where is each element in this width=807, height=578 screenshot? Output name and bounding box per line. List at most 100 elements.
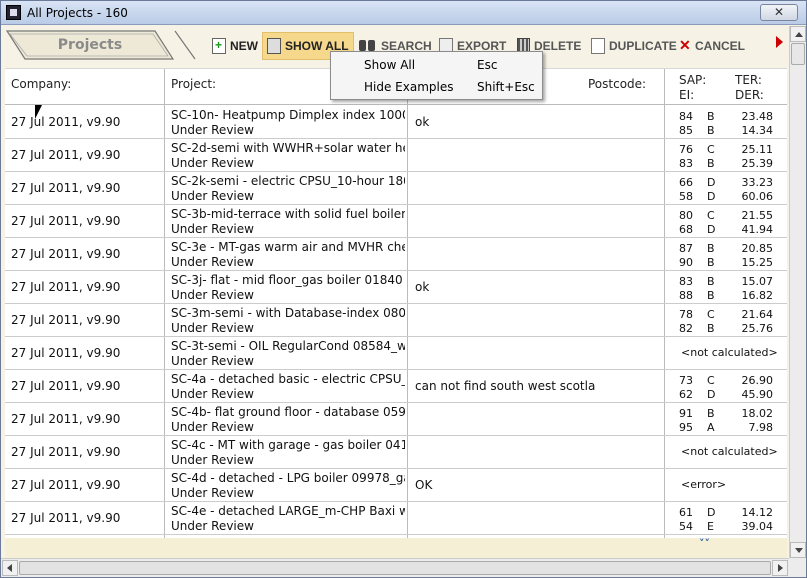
sap-band: C — [707, 308, 715, 321]
ei-value: 68 — [679, 223, 693, 236]
ei-value: 88 — [679, 289, 693, 302]
project-name-cell: SC-3j- flat - mid floor_gas boiler 01840… — [171, 273, 405, 287]
project-name-cell: SC-4a - detached basic - electric CPSU_b… — [171, 372, 405, 386]
menu-item-hide-examples[interactable]: Hide Examples Shift+Esc — [333, 76, 540, 97]
ter-value: 25.11 — [741, 143, 774, 156]
table-row[interactable]: 27 Jul 2011, v9.90 SC-4c - MT with garage… — [5, 436, 787, 469]
sap-ter-cell: 80 C 21.55 — [679, 209, 784, 222]
scroll-right-icon[interactable] — [772, 560, 788, 576]
sap-band: D — [707, 506, 716, 519]
company-cell: 27 Jul 2011, v9.90 — [11, 445, 121, 459]
sap-value: 87 — [679, 242, 693, 255]
table-row[interactable]: 27 Jul 2011, v9.90 SC-4b- flat ground flo… — [5, 403, 787, 436]
ei-band: D — [707, 190, 716, 203]
menu-item-show-all[interactable]: Show All Esc — [333, 54, 540, 75]
sap-band: C — [707, 143, 715, 156]
ei-band: E — [707, 520, 714, 533]
column-postcode[interactable]: Postcode: — [588, 77, 646, 91]
window-close-button[interactable]: ✕ — [760, 4, 798, 21]
company-cell: 27 Jul 2011, v9.90 — [11, 280, 121, 294]
ei-band: B — [707, 157, 715, 170]
rating-status-cell: <error> — [681, 478, 727, 491]
sap-value: 83 — [679, 275, 693, 288]
table-row[interactable]: 27 Jul 2011, v9.90 SC-4a - detached basic… — [5, 370, 787, 403]
column-sap[interactable]: SAP: — [679, 73, 706, 87]
sap-ter-cell: 66 D 33.23 — [679, 176, 784, 189]
ter-value: 21.64 — [741, 308, 774, 321]
column-ter[interactable]: TER: — [735, 73, 762, 87]
ei-value: 95 — [679, 421, 693, 434]
table-row[interactable]: 27 Jul 2011, v9.90 SC-3m-semi - with Data… — [5, 304, 787, 337]
duplicate-button[interactable]: DUPLICATE — [587, 32, 681, 60]
sap-band: B — [707, 110, 715, 123]
company-cell: 27 Jul 2011, v9.90 — [11, 346, 121, 360]
sap-value: 84 — [679, 110, 693, 123]
column-der[interactable]: DER: — [735, 88, 764, 102]
expand-chevron-icon[interactable]: ˅˅ — [699, 538, 710, 549]
ei-value: 54 — [679, 520, 693, 533]
cancel-button-label: CANCEL — [695, 39, 745, 53]
table-row[interactable]: 27 Jul 2011, v9.90 SC-3e - MT-gas warm ai… — [5, 238, 787, 271]
scrollbar-corner — [789, 558, 806, 577]
scroll-up-icon[interactable] — [790, 26, 806, 42]
ei-der-cell: 68 D 41.94 — [679, 223, 784, 236]
company-cell: 27 Jul 2011, v9.90 — [11, 511, 121, 525]
project-status-cell: Under Review — [171, 387, 254, 401]
projects-tab[interactable]: Projects — [5, 29, 175, 61]
der-value: 39.04 — [741, 520, 774, 533]
ter-value: 33.23 — [741, 176, 774, 189]
ei-der-cell: 62 D 45.90 — [679, 388, 784, 401]
ei-der-cell: 90 B 15.25 — [679, 256, 784, 269]
cancel-button[interactable]: ✕ CANCEL — [675, 32, 749, 60]
company-cell: 27 Jul 2011, v9.90 — [11, 181, 121, 195]
company-cell: 27 Jul 2011, v9.90 — [11, 214, 121, 228]
mouse-cursor-icon — [35, 105, 42, 119]
toolbar-scroll-right-icon[interactable] — [776, 36, 783, 48]
ei-band: B — [707, 256, 715, 269]
table-row[interactable]: 27 Jul 2011, v9.90 SC-3b-mid-terrace with… — [5, 205, 787, 238]
company-cell: 27 Jul 2011, v9.90 — [11, 379, 121, 393]
ei-value: 85 — [679, 124, 693, 137]
column-company[interactable]: Company: — [11, 77, 71, 91]
ei-der-cell: 54 E 39.04 — [679, 520, 784, 533]
app-icon — [6, 5, 21, 20]
der-value: 7.98 — [748, 421, 774, 434]
table-row[interactable]: 27 Jul 2011, v9.90 SC-2k-semi - electric … — [5, 172, 787, 205]
sap-band: B — [707, 275, 715, 288]
sap-value: 66 — [679, 176, 693, 189]
sap-band: D — [707, 176, 716, 189]
company-cell: 27 Jul 2011, v9.90 — [11, 247, 121, 261]
column-ei[interactable]: EI: — [679, 88, 694, 102]
table-row[interactable]: 27 Jul 2011, v9.90 SC-4d - detached - LPG… — [5, 469, 787, 502]
horizontal-scroll-thumb[interactable] — [19, 561, 771, 575]
project-name-cell: SC-4b- flat ground floor - database 0598… — [171, 405, 405, 419]
company-cell: 27 Jul 2011, v9.90 — [11, 412, 121, 426]
column-project[interactable]: Project: — [171, 77, 216, 91]
table-row[interactable]: 27 Jul 2011, v9.90 SC-4e - detached LARGE… — [5, 502, 787, 535]
table-row[interactable]: 27 Jul 2011, v9.90 SC-3t-semi - OIL Regul… — [5, 337, 787, 370]
table-row[interactable]: 27 Jul 2011, v9.90 SC-10n- Heatpump Dimpl… — [5, 106, 787, 139]
project-name-cell: SC-4c - MT with garage - gas boiler 0416… — [171, 438, 405, 452]
project-name-cell: SC-4d - detached - LPG boiler 09978_gas — [171, 471, 405, 485]
sap-ter-cell: 87 B 20.85 — [679, 242, 784, 255]
project-status-cell: Under Review — [171, 519, 254, 533]
note-cell: ok — [415, 115, 430, 129]
sap-ter-cell: 84 B 23.48 — [679, 110, 784, 123]
table-row[interactable]: 27 Jul 2011, v9.90 SC-3j- flat - mid floo… — [5, 271, 787, 304]
new-document-icon — [212, 38, 226, 54]
ei-band: B — [707, 289, 715, 302]
project-status-cell: Under Review — [171, 453, 254, 467]
note-cell: ok — [415, 280, 430, 294]
der-value: 25.39 — [741, 157, 774, 170]
project-name-cell: SC-4e - detached LARGE_m-CHP Baxi with — [171, 504, 405, 518]
vertical-scrollbar[interactable] — [789, 26, 806, 558]
new-button[interactable]: NEW — [208, 32, 262, 60]
der-value: 45.90 — [741, 388, 774, 401]
sap-ter-cell: 78 C 21.64 — [679, 308, 784, 321]
horizontal-scrollbar[interactable] — [1, 558, 789, 577]
rating-status-cell: <not calculated> — [681, 346, 778, 359]
scroll-left-icon[interactable] — [2, 560, 18, 576]
vertical-scroll-thumb[interactable] — [791, 43, 805, 65]
table-row[interactable]: 27 Jul 2011, v9.90 SC-2d-semi with WWHR+s… — [5, 139, 787, 172]
scroll-down-icon[interactable] — [790, 542, 806, 558]
